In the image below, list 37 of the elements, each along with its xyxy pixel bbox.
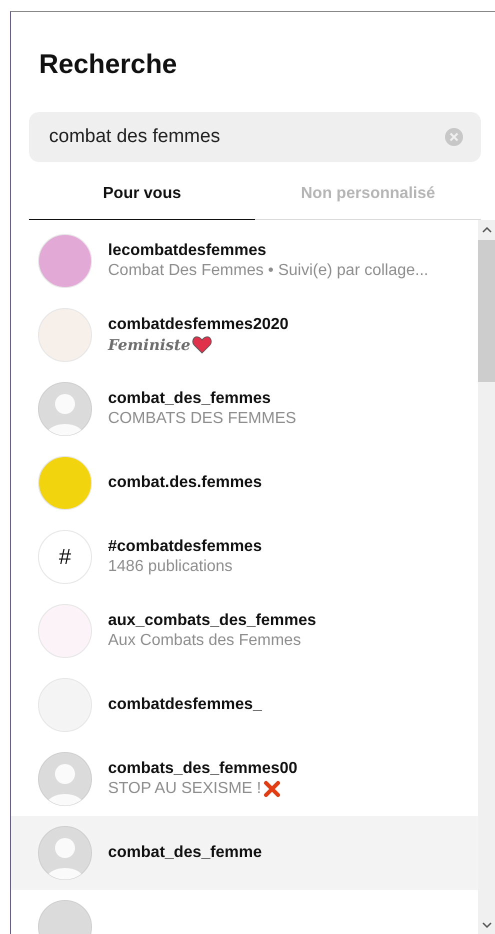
account-name: combat_des_femme (108, 844, 262, 862)
account-name: #combatdesfemmes (108, 538, 262, 556)
scroll-down-icon[interactable] (482, 921, 492, 929)
account-subtitle: Feministe (108, 336, 190, 354)
scrollbar-thumb[interactable] (478, 240, 495, 382)
result-row[interactable]: # #combatdesfemmes 1486 publications (11, 520, 478, 594)
result-row[interactable]: combat_des_femme (11, 816, 478, 890)
account-name: combatdesfemmes_ (108, 696, 262, 714)
default-avatar-icon (38, 382, 92, 436)
account-name: combats_des_femmes00 (108, 760, 298, 778)
result-row[interactable]: combatdesfemmes_ (11, 668, 478, 742)
account-subtitle: 1486 publications (108, 558, 233, 576)
account-subtitle: COMBATS DES FEMMES (108, 410, 296, 428)
scrollbar[interactable] (478, 220, 495, 934)
default-avatar-icon (38, 752, 92, 806)
tab[interactable]: Pour vous (29, 168, 255, 220)
default-avatar-icon (38, 826, 92, 880)
account-name: lecombatdesfemmes (108, 242, 268, 260)
heart-icon (192, 336, 212, 354)
account-name: combat_des_femmes (108, 390, 272, 408)
account-subtitle: Aux Combats des Femmes (108, 632, 301, 650)
account-subtitle: Combat Des Femmes • Suivi(e) par collage... (108, 262, 428, 280)
hashtag-avatar: # (38, 530, 92, 584)
scroll-up-icon[interactable] (482, 226, 492, 234)
cross-icon (263, 780, 282, 798)
page-title: Recherche (39, 48, 178, 80)
search-field[interactable]: combat des femmes (29, 112, 481, 162)
account-name: combat.des.femmes (108, 474, 262, 492)
result-row[interactable]: combatdesfemmes2020 Feministe (11, 298, 478, 372)
account-name: aux_combats_des_femmes (108, 612, 316, 630)
account-subtitle: STOP AU SEXISME ! (108, 780, 262, 798)
clear-icon[interactable] (445, 128, 463, 146)
result-row[interactable]: combat_des_femmes COMBATS DES FEMMES (11, 372, 478, 446)
account-name: combatdesfemmes2020 (108, 316, 289, 334)
result-row[interactable]: aux_combats_des_femmes Aux Combats des Femmes (11, 594, 478, 668)
result-row[interactable]: combat.des.femmes (11, 446, 478, 520)
result-row[interactable]: lecombatdesfemmes Combat Des Femmes • Suivi(e) par collage... (11, 224, 478, 298)
